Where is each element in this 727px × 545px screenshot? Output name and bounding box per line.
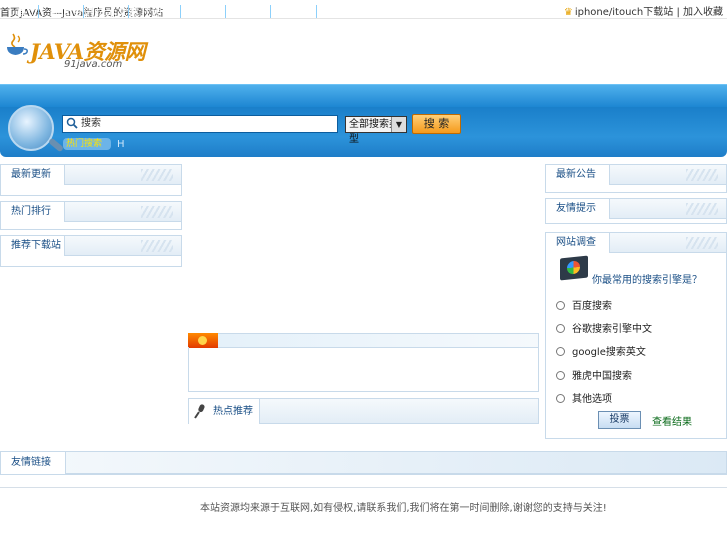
stripes-decoration [686, 169, 718, 181]
footer-notice: 本站资源均来源于互联网,如有侵权,请联系我们,我们将在第一时间删除,谢谢您的支持… [200, 503, 607, 514]
search-button[interactable]: 搜 索 [412, 114, 461, 134]
stripes-decoration [686, 203, 718, 215]
nav-divider [128, 5, 129, 18]
hot-search-label: 热门搜索 [63, 138, 111, 150]
stripes-decoration [141, 169, 173, 181]
center-panel-hot: 热点推荐 [188, 398, 539, 424]
nav-opensource[interactable]: 开源下载站 [140, 4, 195, 20]
center-panel-body [188, 347, 539, 392]
nav-home[interactable]: 首页 [16, 4, 38, 20]
chevron-down-icon[interactable]: ▼ [391, 117, 406, 132]
radio-button[interactable] [556, 371, 565, 380]
hot-search-item[interactable]: H [117, 139, 125, 150]
nav-divider [270, 5, 271, 18]
panel-title[interactable]: 友情链接 [1, 452, 66, 474]
right-panel-notice: 最新公告 [545, 164, 727, 193]
right-panel-tips: 友情提示 [545, 198, 727, 224]
left-panel-latest: 最新更新 [0, 164, 182, 196]
panel-title[interactable]: 最新更新 [1, 165, 65, 185]
nav-divider [225, 5, 226, 18]
search-icon [66, 117, 78, 129]
nav-divider [180, 5, 181, 18]
search-input[interactable]: 搜索 [62, 115, 338, 133]
poll-chart-icon [560, 255, 588, 281]
panel-title[interactable]: 友情提示 [546, 199, 610, 219]
poll-option[interactable]: 谷歌搜索引擎中文 [556, 320, 652, 335]
nav-news[interactable]: 新闻资讯 [50, 4, 94, 20]
radio-button[interactable] [556, 394, 565, 403]
site-domain: 91java.com [64, 59, 123, 70]
main-nav [0, 84, 727, 107]
poll-question: 你最常用的搜索引擎是？ [592, 275, 702, 286]
java-cup-icon [7, 33, 28, 55]
center-panel-header [188, 333, 539, 348]
nav-videos[interactable]: 视频教程 [237, 4, 281, 20]
poll-option[interactable]: google搜索英文 [556, 343, 646, 358]
radio-button[interactable] [556, 301, 565, 310]
panel-title[interactable]: 网站调查 [546, 233, 610, 253]
left-panel-recommended: 推荐下载站 [0, 235, 182, 267]
panel-title[interactable]: 最新公告 [546, 165, 610, 185]
vote-button[interactable]: 投票 [598, 411, 641, 429]
nav-divider [316, 5, 317, 18]
nav-divider [83, 5, 84, 18]
trophy-icon: ♛ [563, 7, 573, 18]
panel-title[interactable]: 热门排行 [1, 202, 65, 222]
nav-extra[interactable]: 1 [328, 4, 335, 17]
radio-button[interactable] [556, 324, 565, 333]
stripes-decoration [686, 237, 718, 249]
top-links[interactable]: ♛ iphone/itouch下载站 | 加入收藏 [564, 3, 723, 18]
left-panel-ranking: 热门排行 [0, 201, 182, 230]
flower-icon [188, 333, 218, 348]
poll-option[interactable]: 其他选项 [556, 390, 612, 405]
radio-button[interactable] [556, 347, 565, 356]
top-links-text[interactable]: iphone/itouch下载站 | 加入收藏 [575, 7, 723, 18]
view-results-link[interactable]: 查看结果 [652, 413, 692, 428]
nav-tools[interactable]: 常用工具 [192, 4, 236, 20]
panel-title[interactable]: 推荐下载站 [1, 236, 65, 256]
microphone-icon [194, 404, 205, 419]
nav-manuals[interactable]: 在线手册 [283, 4, 327, 20]
bottom-panel-links: 友情链接 [0, 451, 727, 475]
magnifier-icon [8, 105, 54, 151]
poll-option[interactable]: 雅虎中国搜索 [556, 367, 632, 382]
stripes-decoration [141, 206, 173, 218]
stripes-decoration [141, 240, 173, 252]
nav-articles[interactable]: 技术文章 [95, 4, 139, 20]
footer-divider [0, 487, 727, 488]
nav-divider [38, 5, 39, 18]
poll-option[interactable]: 百度搜索 [556, 297, 612, 312]
